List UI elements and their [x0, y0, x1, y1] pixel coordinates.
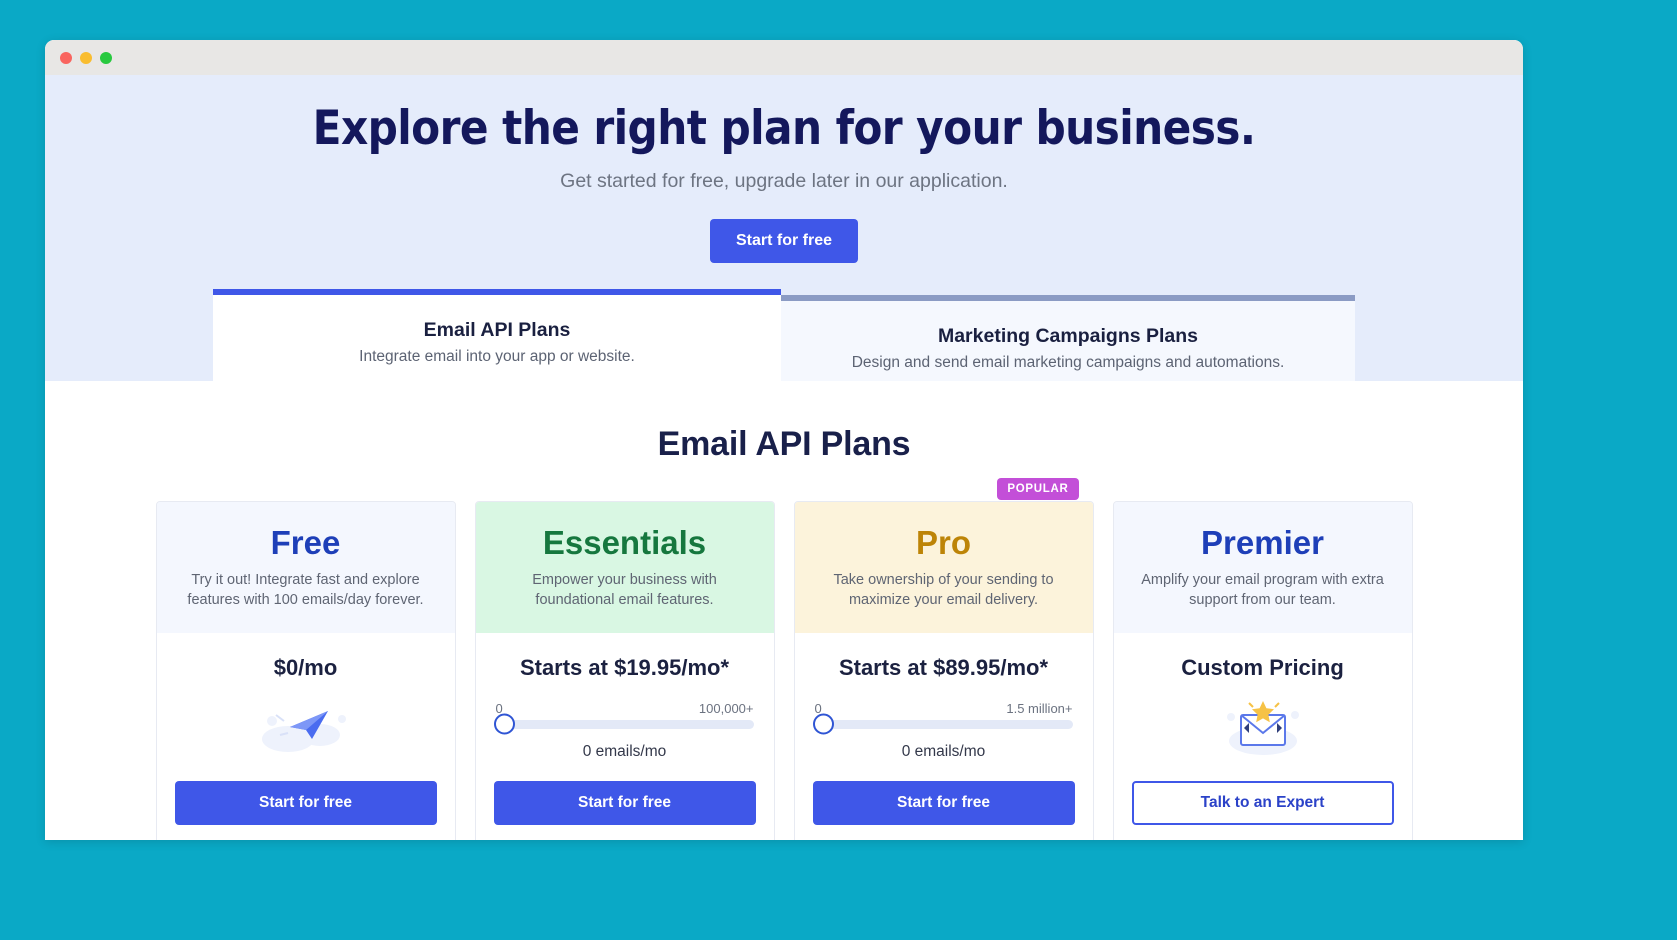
pro-volume-slider[interactable]: 0 1.5 million+ 0 emails/mo — [812, 701, 1075, 761]
hero-cta-container: Start for free — [45, 218, 1523, 263]
pricing-cards-list: Free Try it out! Integrate fast and expl… — [45, 478, 1523, 840]
pricing-card-premier: Premier Amplify your email program with … — [1112, 501, 1413, 840]
paper-plane-illustration — [175, 691, 437, 763]
pro-slider-labels: 0 1.5 million+ — [813, 701, 1075, 720]
pricing-card-premier-body: Custom Pricing — [1114, 633, 1412, 763]
plan-description-premier: Amplify your email program with extra su… — [1141, 571, 1384, 609]
essentials-start-for-free-button[interactable]: Start for free — [493, 780, 756, 825]
essentials-slider-labels: 0 100,000+ — [494, 701, 756, 720]
tab-inactive-indicator — [781, 295, 1355, 301]
plan-name-pro: Pro — [915, 524, 971, 561]
tab-marketing-campaigns-plans[interactable]: Marketing Campaigns Plans Design and sen… — [781, 295, 1355, 381]
pricing-card-essentials-header: Essentials Empower your business with fo… — [475, 502, 774, 633]
pricing-card-pro-footer: Start for free — [795, 763, 1093, 840]
premier-talk-to-expert-button[interactable]: Talk to an Expert — [1131, 780, 1394, 825]
pricing-card-premier-footer: Talk to an Expert — [1114, 763, 1412, 840]
pricing-card-pro: POPULAR Pro Take ownership of your sendi… — [793, 478, 1094, 840]
tab-active-indicator — [213, 289, 781, 295]
free-start-for-free-button[interactable]: Start for free — [174, 780, 437, 825]
tab-marketing-campaigns-description: Design and send email marketing campaign… — [851, 354, 1285, 371]
essentials-slider-max-label: 100,000+ — [698, 700, 754, 716]
pricing-card-free-body: $0/mo — [157, 633, 455, 763]
essentials-slider-value: 0 emails/mo — [582, 742, 667, 760]
plan-description-pro: Take ownership of your sending to maximi… — [833, 571, 1054, 609]
pricing-card-free-header: Free Try it out! Integrate fast and expl… — [156, 502, 455, 633]
plan-price-free: $0/mo — [273, 654, 338, 680]
tab-email-api-plans[interactable]: Email API Plans Integrate email into you… — [213, 289, 781, 381]
tab-email-api-label: Email API Plans — [423, 319, 571, 341]
hero-subtitle: Get started for free, upgrade later in o… — [560, 169, 1008, 192]
essentials-slider-handle[interactable] — [493, 713, 515, 735]
plans-section: Email API Plans Free Try it out! Integra… — [45, 381, 1523, 840]
pro-start-for-free-button[interactable]: Start for free — [812, 780, 1075, 825]
plan-name-free: Free — [270, 524, 341, 561]
plan-name-premier: Premier — [1201, 524, 1324, 561]
pricing-card-essentials-body: Starts at $19.95/mo* 0 100,000+ 0 emails… — [476, 633, 774, 763]
page-title: Explore the right plan for your business… — [312, 101, 1256, 156]
close-window-button[interactable] — [60, 51, 72, 64]
plan-name-essentials: Essentials — [542, 524, 707, 561]
pricing-card-essentials: Essentials Empower your business with fo… — [474, 501, 775, 840]
plans-section-title: Email API Plans — [657, 425, 911, 463]
popular-badge: POPULAR — [997, 478, 1079, 500]
envelope-star-illustration — [1132, 691, 1394, 763]
plan-price-premier: Custom Pricing — [1181, 654, 1344, 680]
pricing-card-free: Free Try it out! Integrate fast and expl… — [155, 501, 456, 840]
tab-email-api-description: Integrate email into your app or website… — [359, 348, 635, 365]
browser-window: Explore the right plan for your business… — [45, 40, 1523, 840]
pro-slider-value: 0 emails/mo — [901, 742, 986, 760]
tab-marketing-campaigns-label: Marketing Campaigns Plans — [937, 325, 1199, 347]
essentials-volume-slider[interactable]: 0 100,000+ 0 emails/mo — [493, 701, 756, 761]
hero-start-for-free-button[interactable]: Start for free — [709, 218, 859, 263]
plan-description-free: Try it out! Integrate fast and explore f… — [187, 571, 424, 609]
plan-description-essentials: Empower your business with foundational … — [532, 571, 717, 609]
pricing-card-essentials-footer: Start for free — [476, 763, 774, 840]
pro-slider-handle[interactable] — [812, 713, 834, 735]
pricing-card-pro-body: Starts at $89.95/mo* 0 1.5 million+ 0 em… — [795, 633, 1093, 763]
plan-price-essentials: Starts at $19.95/mo* — [519, 654, 730, 680]
pricing-card-premier-header: Premier Amplify your email program with … — [1113, 502, 1412, 633]
pro-slider-max-label: 1.5 million+ — [1006, 700, 1073, 716]
maximize-window-button[interactable] — [100, 51, 112, 64]
essentials-slider-track[interactable] — [493, 713, 754, 735]
pro-slider-track[interactable] — [812, 713, 1073, 735]
plan-price-pro: Starts at $89.95/mo* — [838, 654, 1049, 680]
window-titlebar — [45, 40, 1523, 75]
pricing-card-free-footer: Start for free — [157, 763, 455, 840]
pricing-card-pro-header: Pro Take ownership of your sending to ma… — [794, 502, 1093, 633]
plan-type-tabs: Email API Plans Integrate email into you… — [213, 289, 1355, 381]
hero-section: Explore the right plan for your business… — [45, 75, 1523, 381]
minimize-window-button[interactable] — [80, 51, 92, 64]
